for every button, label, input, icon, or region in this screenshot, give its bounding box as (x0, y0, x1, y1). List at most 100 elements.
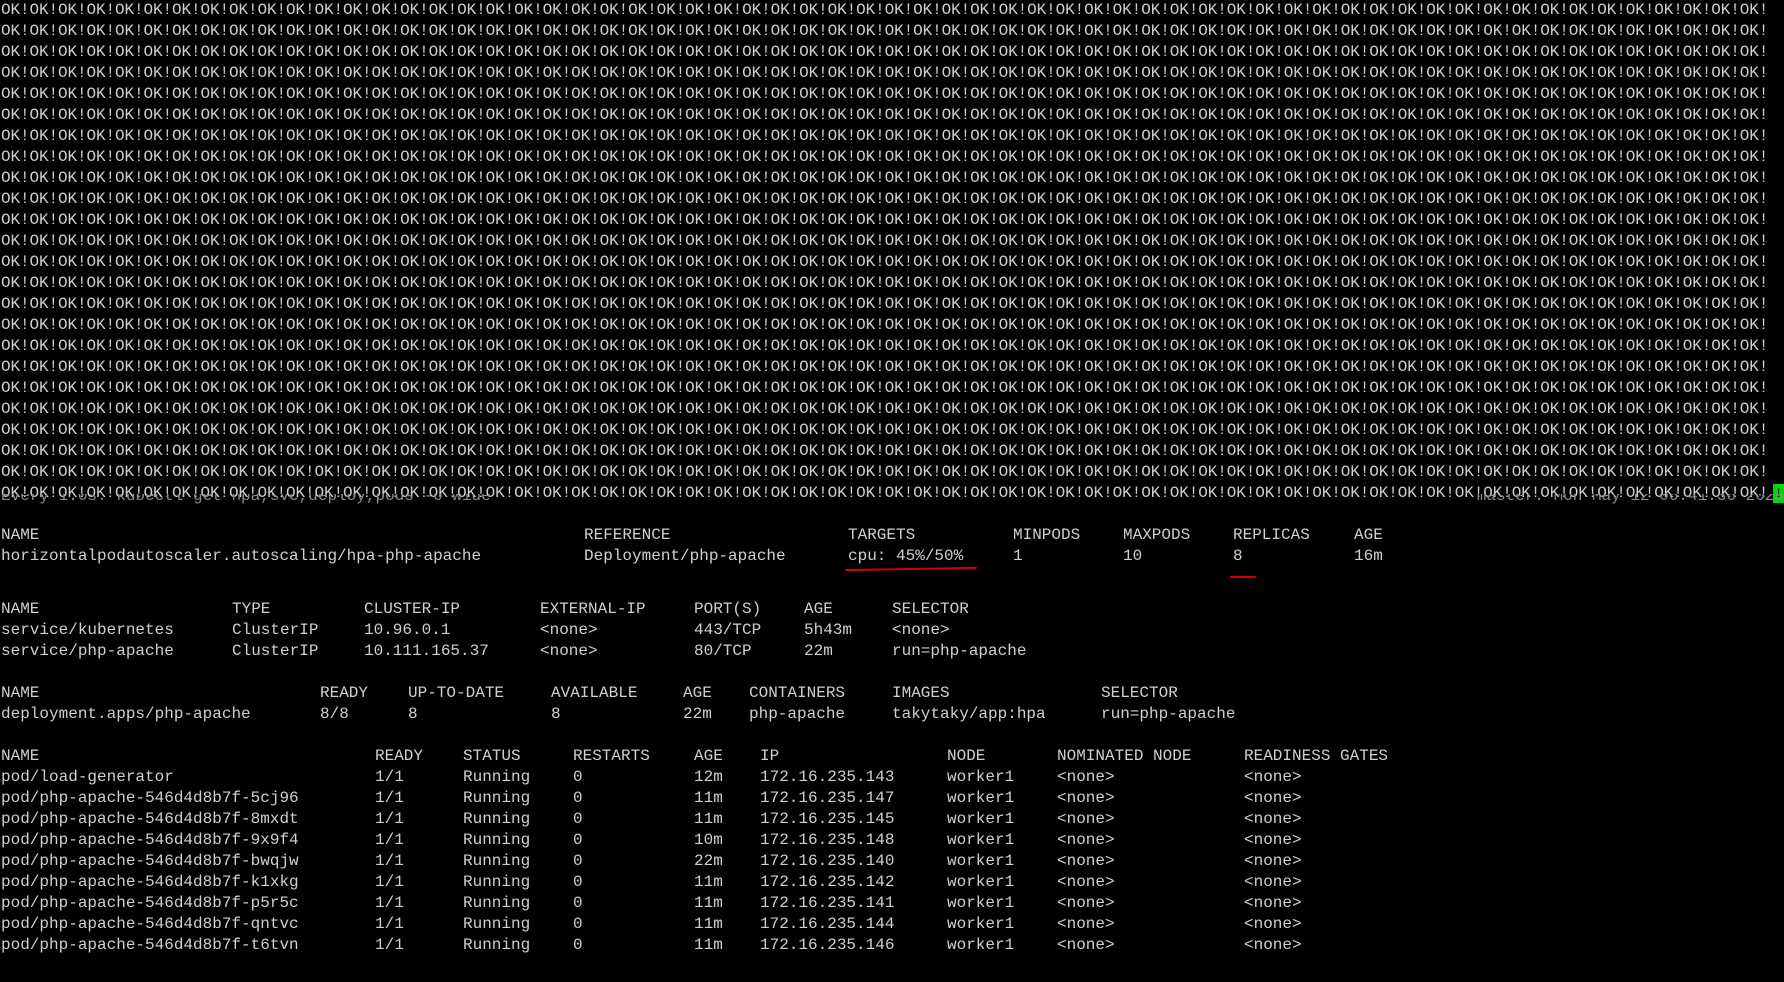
svc-col-cluster-ip: CLUSTER-IP (364, 600, 461, 618)
svc-selector: run=php-apache (892, 642, 1027, 660)
svc-ports: 80/TCP (694, 642, 752, 660)
pod-name: pod/php-apache-546d4d8b7f-5cj96 (1, 789, 299, 807)
pod-readiness-gates: <none> (1244, 894, 1302, 912)
pod-row: pod/php-apache-546d4d8b7f-t6tvn 1/1 Runnin… (1, 935, 1781, 956)
hpa-col-minpods: MINPODS (1013, 526, 1081, 544)
svc-row: service/kubernetes ClusterIP 10.96.0.1 <… (1, 620, 1781, 641)
pod-nominated-node: <none> (1057, 894, 1115, 912)
deploy-header-row: NAME READY UP-TO-DATE AVAILABLE AGE CONT… (1, 683, 1781, 704)
curl-output-line: OK!OK!OK!OK!OK!OK!OK!OK!OK!OK!OK!OK!OK!O… (1, 232, 1769, 250)
pod-row: pod/php-apache-546d4d8b7f-k1xkg 1/1 Runnin… (1, 872, 1781, 893)
pod-node: worker1 (947, 810, 1015, 828)
deploy-col-age: AGE (683, 684, 712, 702)
curl-output-line: OK!OK!OK!OK!OK!OK!OK!OK!OK!OK!OK!OK!OK!O… (1, 463, 1769, 481)
hpa-maxpods: 10 (1123, 547, 1143, 565)
curl-output-line: OK!OK!OK!OK!OK!OK!OK!OK!OK!OK!OK!OK!OK!O… (1, 190, 1769, 208)
pod-readiness-gates: <none> (1244, 831, 1302, 849)
deploy-age: 22m (683, 705, 712, 723)
hpa-col-reference: REFERENCE (584, 526, 671, 544)
pod-age: 11m (694, 894, 723, 912)
svc-col-age: AGE (804, 600, 833, 618)
pod-restarts: 0 (573, 810, 583, 828)
pod-nominated-node: <none> (1057, 852, 1115, 870)
pod-readiness-gates: <none> (1244, 873, 1302, 891)
curl-output-line: OK!OK!OK!OK!OK!OK!OK!OK!OK!OK!OK!OK!OK!O… (1, 253, 1769, 271)
hpa-minpods: 1 (1013, 547, 1023, 565)
pod-restarts: 0 (573, 852, 583, 870)
pod-ready: 1/1 (375, 894, 404, 912)
pod-row: pod/php-apache-546d4d8b7f-9x9f4 1/1 Runnin… (1, 830, 1781, 851)
svc-age: 5h43m (804, 621, 853, 639)
pod-ip: 172.16.235.146 (760, 936, 895, 954)
pod-age: 12m (694, 768, 723, 786)
curl-output-line: OK!OK!OK!OK!OK!OK!OK!OK!OK!OK!OK!OK!OK!O… (1, 169, 1769, 187)
pod-ip: 172.16.235.144 (760, 915, 895, 933)
hpa-targets: cpu: 45%/50% (848, 547, 964, 565)
pod-ready: 1/1 (375, 852, 404, 870)
svc-age: 22m (804, 642, 833, 660)
deploy-col-images: IMAGES (892, 684, 950, 702)
pod-readiness-gates: <none> (1244, 852, 1302, 870)
hpa-name: horizontalpodautoscaler.autoscaling/hpa-… (1, 547, 482, 565)
pod-restarts: 0 (573, 768, 583, 786)
curl-output-line: OK!OK!OK!OK!OK!OK!OK!OK!OK!OK!OK!OK!OK!O… (1, 106, 1769, 124)
pod-ip: 172.16.235.142 (760, 873, 895, 891)
pod-status: Running (463, 789, 531, 807)
pod-row: pod/php-apache-546d4d8b7f-8mxdt 1/1 Runnin… (1, 809, 1781, 830)
deploy-available: 8 (551, 705, 561, 723)
pod-ready: 1/1 (375, 768, 404, 786)
curl-output-line: OK!OK!OK!OK!OK!OK!OK!OK!OK!OK!OK!OK!OK!O… (1, 274, 1769, 292)
hpa-col-replicas: REPLICAS (1233, 526, 1310, 544)
curl-output-line: OK!OK!OK!OK!OK!OK!OK!OK!OK!OK!OK!OK!OK!O… (1, 295, 1769, 313)
pod-name: pod/php-apache-546d4d8b7f-qntvc (1, 915, 299, 933)
curl-output-line: OK!OK!OK!OK!OK!OK!OK!OK!OK!OK!OK!OK!OK!O… (1, 148, 1769, 166)
hpa-replicas: 8 (1233, 547, 1243, 565)
pod-status: Running (463, 873, 531, 891)
pod-row: pod/load-generator 1/1 Running 0 12m 172.16.2… (1, 767, 1781, 788)
pod-age: 11m (694, 936, 723, 954)
curl-output-line: OK!OK!OK!OK!OK!OK!OK!OK!OK!OK!OK!OK!OK!O… (1, 337, 1769, 355)
deploy-col-containers: CONTAINERS (749, 684, 846, 702)
curl-output-line: OK!OK!OK!OK!OK!OK!OK!OK!OK!OK!OK!OK!OK!O… (1, 358, 1769, 376)
pod-name: pod/load-generator (1, 768, 174, 786)
hpa-age: 16m (1354, 547, 1383, 565)
svc-col-ports: PORT(S) (694, 600, 762, 618)
deploy-col-ready: READY (320, 684, 369, 702)
pod-status: Running (463, 894, 531, 912)
pod-restarts: 0 (573, 831, 583, 849)
svc-ports: 443/TCP (694, 621, 762, 639)
watch-host-time: master: Mon May 12 06:41:36 2025 (1476, 494, 1784, 504)
deploy-name: deployment.apps/php-apache (1, 705, 251, 723)
pod-node: worker1 (947, 768, 1015, 786)
pod-readiness-gates: <none> (1244, 936, 1302, 954)
curl-output-line: OK!OK!OK!OK!OK!OK!OK!OK!OK!OK!OK!OK!OK!O… (1, 421, 1769, 439)
pod-restarts: 0 (573, 873, 583, 891)
pod-nominated-node: <none> (1057, 831, 1115, 849)
pod-age: 11m (694, 873, 723, 891)
pod-age: 11m (694, 810, 723, 828)
svc-type: ClusterIP (232, 642, 319, 660)
svc-col-name: NAME (1, 600, 40, 618)
svc-cluster-ip: 10.111.165.37 (364, 642, 489, 660)
pod-nominated-node: <none> (1057, 936, 1115, 954)
hpa-header-row: NAME REFERENCE TARGETS MINPODS MAXPODS R… (1, 525, 1781, 546)
pod-restarts: 0 (573, 789, 583, 807)
svc-name: service/php-apache (1, 642, 174, 660)
pod-ip: 172.16.235.140 (760, 852, 895, 870)
pod-nominated-node: <none> (1057, 873, 1115, 891)
pod-ip: 172.16.235.145 (760, 810, 895, 828)
terminal-window[interactable]: OK!OK!OK!OK!OK!OK!OK!OK!OK!OK!OK!OK!OK!O… (0, 0, 1784, 982)
svc-name: service/kubernetes (1, 621, 174, 639)
pod-restarts: 0 (573, 894, 583, 912)
svc-selector: <none> (892, 621, 950, 639)
svc-type: ClusterIP (232, 621, 319, 639)
curl-output-line: OK!OK!OK!OK!OK!OK!OK!OK!OK!OK!OK!OK!OK!O… (1, 22, 1769, 40)
pods-col-name: NAME (1, 747, 40, 765)
svc-col-type: TYPE (232, 600, 271, 618)
pod-status: Running (463, 768, 531, 786)
pod-status: Running (463, 852, 531, 870)
curl-output-line: OK!OK!OK!OK!OK!OK!OK!OK!OK!OK!OK!OK!OK!O… (1, 379, 1769, 397)
pod-readiness-gates: <none> (1244, 915, 1302, 933)
pod-readiness-gates: <none> (1244, 768, 1302, 786)
pod-readiness-gates: <none> (1244, 810, 1302, 828)
